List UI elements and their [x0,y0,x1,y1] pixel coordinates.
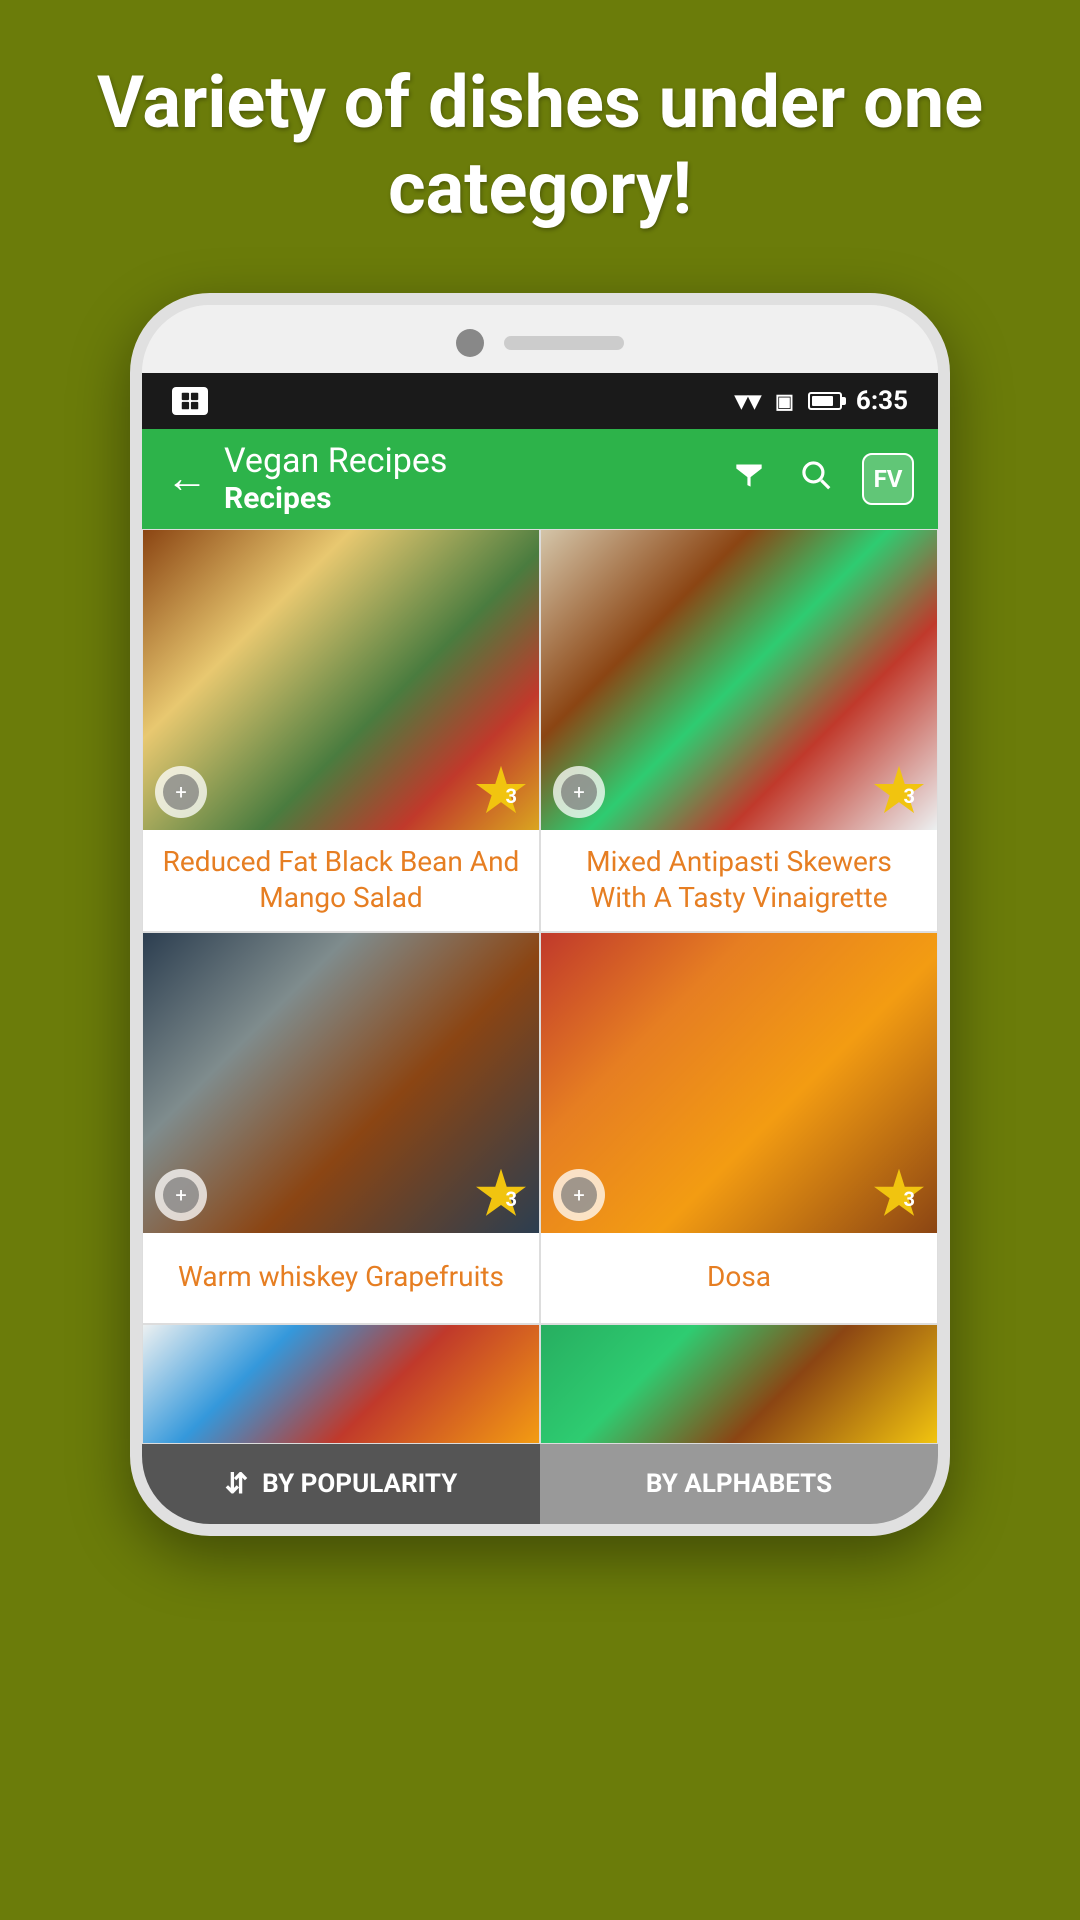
back-button[interactable]: ← [166,454,208,503]
battery-icon [808,392,842,410]
sort-icon: ⇵ [225,1467,248,1500]
recipe-card[interactable]: + 3 Mixed Antipasti Skewers With A Tasty… [540,529,938,932]
recipe-image-2: + 3 [541,530,937,830]
recipe-card[interactable]: + 3 Reduced Fat Black Bean And Mango Sal… [142,529,540,932]
popularity-label: BY POPULARITY [262,1469,457,1499]
add-icon-1: + [163,774,199,810]
alphabets-label: BY ALPHABETS [646,1469,832,1499]
sort-by-popularity-button[interactable]: ⇵ BY POPULARITY [142,1444,540,1524]
add-icon-2: + [561,774,597,810]
recipe-grid-partial [142,1324,938,1444]
add-overlay-2: + [553,766,605,818]
status-bar: ▾▾ ▣ 6:35 [142,373,938,429]
recipe-image-4: + 3 [541,933,937,1233]
signal-icon: ▣ [775,389,794,413]
star-number-1: 3 [506,784,517,808]
app-toolbar: ← Vegan Recipes Recipes FV [142,429,938,529]
phone-mockup: ▾▾ ▣ 6:35 ← Vegan Recipes Recipes [0,273,1080,1536]
add-overlay-1: + [155,766,207,818]
recipe-title-2: Mixed Antipasti Skewers With A Tasty Vin… [541,830,937,931]
recipe-title-1: Reduced Fat Black Bean And Mango Salad [143,830,539,931]
recipe-grid: + 3 Reduced Fat Black Bean And Mango Sal… [142,529,938,1324]
phone-screen: ▾▾ ▣ 6:35 ← Vegan Recipes Recipes [130,293,950,1536]
camera [456,329,484,357]
recipe-card[interactable]: + 3 Warm whiskey Grapefruits [142,932,540,1324]
notification-icon [172,387,208,415]
recipe-image-1: + 3 [143,530,539,830]
status-right: ▾▾ ▣ 6:35 [735,386,908,416]
add-overlay-3: + [155,1169,207,1221]
recipe-image-3: + 3 [143,933,539,1233]
search-button[interactable] [796,455,834,502]
bottom-nav: ⇵ BY POPULARITY BY ALPHABETS [142,1444,938,1524]
toolbar-icons: FV [730,453,914,505]
add-icon-4: + [561,1177,597,1213]
fv-badge[interactable]: FV [862,453,914,505]
toolbar-title: Vegan Recipes Recipes [224,441,730,516]
phone-top [142,305,938,373]
wifi-icon: ▾▾ [735,386,761,416]
status-left [172,387,208,415]
section-name: Recipes [224,481,730,516]
recipe-title-3: Warm whiskey Grapefruits [143,1233,539,1323]
add-overlay-4: + [553,1169,605,1221]
recipe-card-partial-1[interactable] [142,1324,540,1444]
recipe-card[interactable]: + 3 Dosa [540,932,938,1324]
speaker [504,336,624,350]
app-name: Vegan Recipes [224,441,730,481]
star-number-4: 3 [904,1187,915,1211]
star-number-3: 3 [506,1187,517,1211]
recipe-title-4: Dosa [541,1233,937,1323]
recipe-card-partial-2[interactable] [540,1324,938,1444]
filter-button[interactable] [730,455,768,502]
star-number-2: 3 [904,784,915,808]
sort-by-alphabets-button[interactable]: BY ALPHABETS [540,1444,938,1524]
time-display: 6:35 [856,386,908,416]
hero-title: Variety of dishes under one category! [0,0,1080,273]
add-icon-3: + [163,1177,199,1213]
